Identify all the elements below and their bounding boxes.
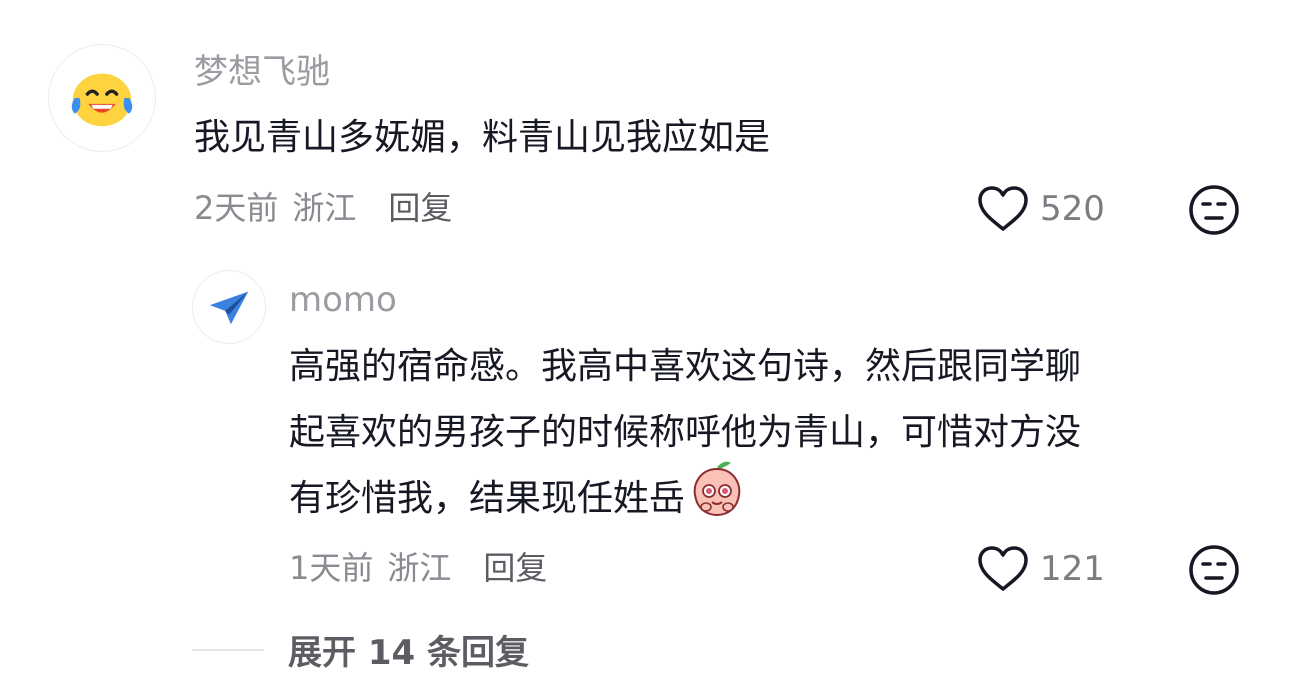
reply-meta: 1天前 浙江 回复 — [289, 546, 547, 590]
reply-username[interactable]: momo — [289, 278, 397, 322]
reply-reply-button[interactable]: 回复 — [483, 546, 547, 590]
reply-text-line: 高强的宿命感。我高中喜欢这句诗，然后跟同学聊 — [289, 346, 1082, 387]
expand-replies-label: 展开 14 条回复 — [288, 633, 529, 673]
reply-dislike-button[interactable] — [1188, 544, 1240, 600]
comment-text: 我见青山多妩媚，料青山见我应如是 — [194, 117, 771, 158]
laughing-tears-emoji-icon — [71, 73, 133, 127]
reply-text-line: 有珍惜我，结果现任姓岳 — [289, 478, 686, 519]
comment-time: 2天前 — [194, 189, 279, 227]
expand-replies-button[interactable]: 展开 14 条回复 — [192, 625, 529, 674]
neutral-face-icon — [1189, 185, 1239, 235]
comment-meta: 2天前 浙江 回复 — [194, 186, 452, 230]
reply-text: 高强的宿命感。我高中喜欢这句诗，然后跟同学聊 起喜欢的男孩子的时候称呼他为青山，… — [289, 334, 1219, 532]
reply-time: 1天前 — [289, 549, 374, 587]
reply-avatar[interactable] — [192, 270, 266, 344]
comment-username[interactable]: 梦想飞驰 — [194, 50, 330, 94]
reply-button[interactable]: 回复 — [388, 186, 452, 230]
heart-outline-icon — [978, 546, 1028, 591]
peach-crying-sticker-icon — [689, 459, 745, 539]
reply-text-line: 起喜欢的男孩子的时候称呼他为青山，可惜对方没 — [289, 412, 1082, 453]
paper-plane-icon — [209, 291, 249, 325]
divider-line — [192, 648, 264, 651]
neutral-face-icon — [1189, 545, 1239, 595]
dislike-button[interactable] — [1188, 184, 1240, 240]
reply-like-count: 121 — [1040, 549, 1105, 589]
comment-location: 浙江 — [292, 189, 357, 227]
like-button[interactable]: 520 — [976, 184, 1105, 234]
like-count: 520 — [1040, 189, 1105, 229]
reply-like-button[interactable]: 121 — [976, 544, 1105, 594]
avatar[interactable] — [48, 44, 156, 152]
heart-outline-icon — [978, 186, 1028, 231]
reply-location: 浙江 — [387, 549, 452, 587]
